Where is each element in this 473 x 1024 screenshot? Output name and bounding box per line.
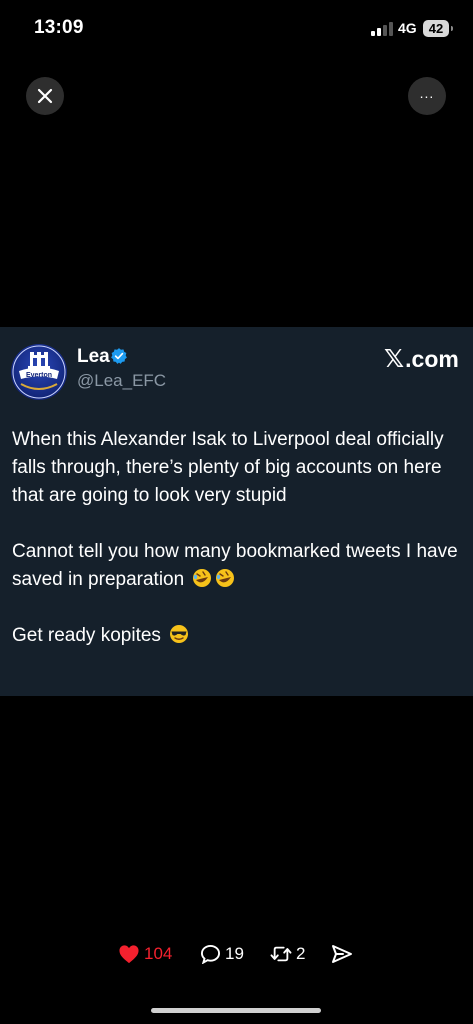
reply-button[interactable]: 19	[200, 944, 244, 964]
status-time: 13:09	[34, 17, 84, 38]
tweet-paragraph-text: Get ready kopites	[12, 625, 161, 646]
close-button[interactable]	[26, 77, 64, 115]
repost-count: 2	[296, 944, 306, 963]
close-icon	[37, 88, 53, 104]
avatar-text: Everton	[26, 372, 52, 379]
tweet-paragraph-text: When this Alexander Isak to Liverpool de…	[12, 429, 444, 506]
sunglasses-emoji-icon	[170, 625, 189, 643]
battery-icon: 42	[423, 20, 453, 37]
author-name[interactable]: Lea	[77, 346, 110, 368]
avatar[interactable]: Everton	[11, 344, 67, 400]
tweet-paragraph: When this Alexander Isak to Liverpool de…	[12, 426, 464, 510]
status-bar: 13:09 4G 42	[0, 0, 473, 58]
reply-icon	[200, 944, 221, 964]
more-options-button[interactable]: ...	[408, 77, 446, 115]
verified-badge-icon	[111, 348, 127, 364]
signal-icon	[371, 22, 393, 36]
action-bar: 104 19 2	[0, 944, 473, 974]
tweet-paragraph: Cannot tell you how many bookmarked twee…	[12, 538, 464, 594]
repost-icon	[270, 946, 292, 962]
send-icon	[332, 945, 352, 963]
tweet-card[interactable]: Everton Lea @Lea_EFC 𝕏 .com When this Ale…	[0, 327, 473, 696]
network-type: 4G	[398, 20, 417, 36]
battery-level: 42	[428, 21, 444, 36]
reply-count: 19	[225, 944, 244, 963]
rofl-emoji-icon	[216, 569, 235, 587]
everton-crest-icon: Everton	[12, 345, 66, 399]
x-logo-icon: 𝕏	[384, 345, 405, 373]
repost-button[interactable]: 2	[270, 944, 305, 964]
like-count: 104	[144, 944, 173, 963]
x-source-label: 𝕏 .com	[384, 344, 459, 374]
author-handle[interactable]: @Lea_EFC	[77, 371, 166, 391]
tweet-paragraph: Get ready kopites	[12, 622, 464, 650]
source-domain: .com	[405, 345, 459, 372]
more-icon: ...	[419, 85, 435, 101]
share-button[interactable]	[331, 944, 357, 964]
tweet-text: When this Alexander Isak to Liverpool de…	[12, 426, 464, 650]
like-button[interactable]: 104	[118, 944, 172, 964]
rofl-emoji-icon	[193, 569, 212, 587]
heart-icon	[119, 945, 139, 964]
home-indicator[interactable]	[151, 1008, 321, 1013]
